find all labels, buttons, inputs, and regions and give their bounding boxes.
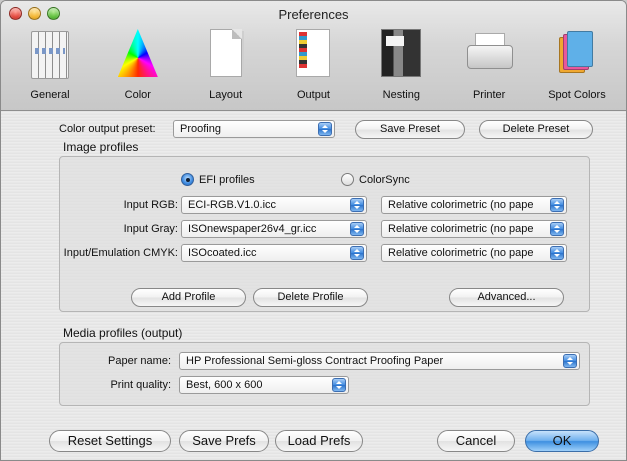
popup-arrows-icon bbox=[550, 246, 564, 260]
input-rgb-intent-value: Relative colorimetric (no pape bbox=[388, 199, 534, 211]
radio-unselected-icon bbox=[341, 173, 354, 186]
image-profiles-title: Image profiles bbox=[63, 140, 139, 154]
toolbar-label: Printer bbox=[472, 89, 506, 101]
input-cmyk-intent-popup[interactable]: Relative colorimetric (no pape bbox=[381, 244, 567, 262]
preferences-window: Preferences General Color Layout Output … bbox=[0, 0, 627, 461]
popup-arrows-icon bbox=[332, 378, 346, 392]
toolbar-label: Color bbox=[124, 89, 151, 101]
popup-arrows-icon bbox=[318, 122, 332, 136]
color-output-preset-label: Color output preset: bbox=[59, 123, 156, 135]
save-prefs-button[interactable]: Save Prefs bbox=[179, 430, 269, 452]
advanced-button[interactable]: Advanced... bbox=[449, 288, 564, 307]
input-gray-profile-value: ISOnewspaper26v4_gr.icc bbox=[188, 223, 317, 235]
color-gamut-icon bbox=[117, 29, 158, 77]
input-cmyk-profile-value: ISOcoated.icc bbox=[188, 247, 257, 259]
input-rgb-label: Input RGB: bbox=[123, 199, 178, 211]
cancel-button[interactable]: Cancel bbox=[437, 430, 515, 452]
popup-arrows-icon bbox=[350, 198, 364, 212]
print-quality-label: Print quality: bbox=[110, 379, 171, 391]
input-rgb-profile-popup[interactable]: ECI-RGB.V1.0.icc bbox=[181, 196, 367, 214]
window-title: Preferences bbox=[278, 7, 349, 22]
paper-name-label: Paper name: bbox=[108, 355, 171, 367]
toolbar-label: Layout bbox=[209, 89, 243, 101]
popup-arrows-icon bbox=[563, 354, 577, 368]
paper-name-value: HP Professional Semi-gloss Contract Proo… bbox=[186, 355, 444, 367]
general-sliders-icon bbox=[31, 31, 69, 79]
title-bar: Preferences General Color Layout Output … bbox=[1, 1, 626, 111]
toolbar-item-layout[interactable]: Layout bbox=[191, 25, 261, 107]
delete-preset-button[interactable]: Delete Preset bbox=[479, 120, 593, 139]
input-gray-profile-popup[interactable]: ISOnewspaper26v4_gr.icc bbox=[181, 220, 367, 238]
media-profiles-title: Media profiles (output) bbox=[63, 326, 183, 340]
input-gray-label: Input Gray: bbox=[123, 223, 178, 235]
input-rgb-profile-value: ECI-RGB.V1.0.icc bbox=[188, 199, 277, 211]
spot-colors-icon bbox=[557, 29, 597, 77]
input-gray-intent-popup[interactable]: Relative colorimetric (no pape bbox=[381, 220, 567, 238]
efi-profiles-radio[interactable]: EFI profiles bbox=[181, 173, 255, 186]
add-profile-button[interactable]: Add Profile bbox=[131, 288, 246, 307]
popup-arrows-icon bbox=[350, 222, 364, 236]
ok-button[interactable]: OK bbox=[525, 430, 599, 452]
popup-arrows-icon bbox=[550, 198, 564, 212]
input-gray-intent-value: Relative colorimetric (no pape bbox=[388, 223, 534, 235]
input-cmyk-label: Input/Emulation CMYK: bbox=[63, 247, 178, 259]
colorsync-radio-label: ColorSync bbox=[359, 173, 410, 186]
save-preset-button[interactable]: Save Preset bbox=[355, 120, 465, 139]
popup-arrows-icon bbox=[350, 246, 364, 260]
delete-profile-button[interactable]: Delete Profile bbox=[253, 288, 368, 307]
reset-settings-button[interactable]: Reset Settings bbox=[49, 430, 171, 452]
toolbar-item-color[interactable]: Color bbox=[103, 25, 173, 107]
paper-name-popup[interactable]: HP Professional Semi-gloss Contract Proo… bbox=[179, 352, 580, 370]
layout-page-icon bbox=[209, 29, 242, 77]
output-page-icon bbox=[296, 29, 331, 77]
toolbar-item-general[interactable]: General bbox=[15, 25, 85, 107]
color-output-preset-value: Proofing bbox=[180, 123, 221, 135]
toolbar-item-nesting[interactable]: Nesting bbox=[366, 25, 436, 107]
toolbar-label: Output bbox=[296, 89, 330, 101]
radio-selected-icon bbox=[181, 173, 194, 186]
nesting-images-icon bbox=[381, 29, 422, 77]
efi-profiles-radio-label: EFI profiles bbox=[199, 173, 255, 186]
toolbar-item-printer[interactable]: Printer bbox=[454, 25, 524, 107]
print-quality-value: Best, 600 x 600 bbox=[186, 379, 263, 391]
printer-icon bbox=[467, 33, 514, 81]
input-cmyk-intent-value: Relative colorimetric (no pape bbox=[388, 247, 534, 259]
toolbar-label: Nesting bbox=[382, 89, 420, 101]
toolbar-label: Spot Colors bbox=[548, 89, 606, 101]
print-quality-popup[interactable]: Best, 600 x 600 bbox=[179, 376, 349, 394]
toolbar-item-output[interactable]: Output bbox=[278, 25, 348, 107]
popup-arrows-icon bbox=[550, 222, 564, 236]
toolbar-label: General bbox=[30, 89, 70, 101]
load-prefs-button[interactable]: Load Prefs bbox=[275, 430, 363, 452]
input-cmyk-profile-popup[interactable]: ISOcoated.icc bbox=[181, 244, 367, 262]
input-rgb-intent-popup[interactable]: Relative colorimetric (no pape bbox=[381, 196, 567, 214]
toolbar-item-spot-colors[interactable]: Spot Colors bbox=[542, 25, 612, 107]
colorsync-radio[interactable]: ColorSync bbox=[341, 173, 410, 186]
color-output-preset-popup[interactable]: Proofing bbox=[173, 120, 335, 138]
preferences-toolbar: General Color Layout Output Nesting Prin… bbox=[15, 25, 612, 107]
